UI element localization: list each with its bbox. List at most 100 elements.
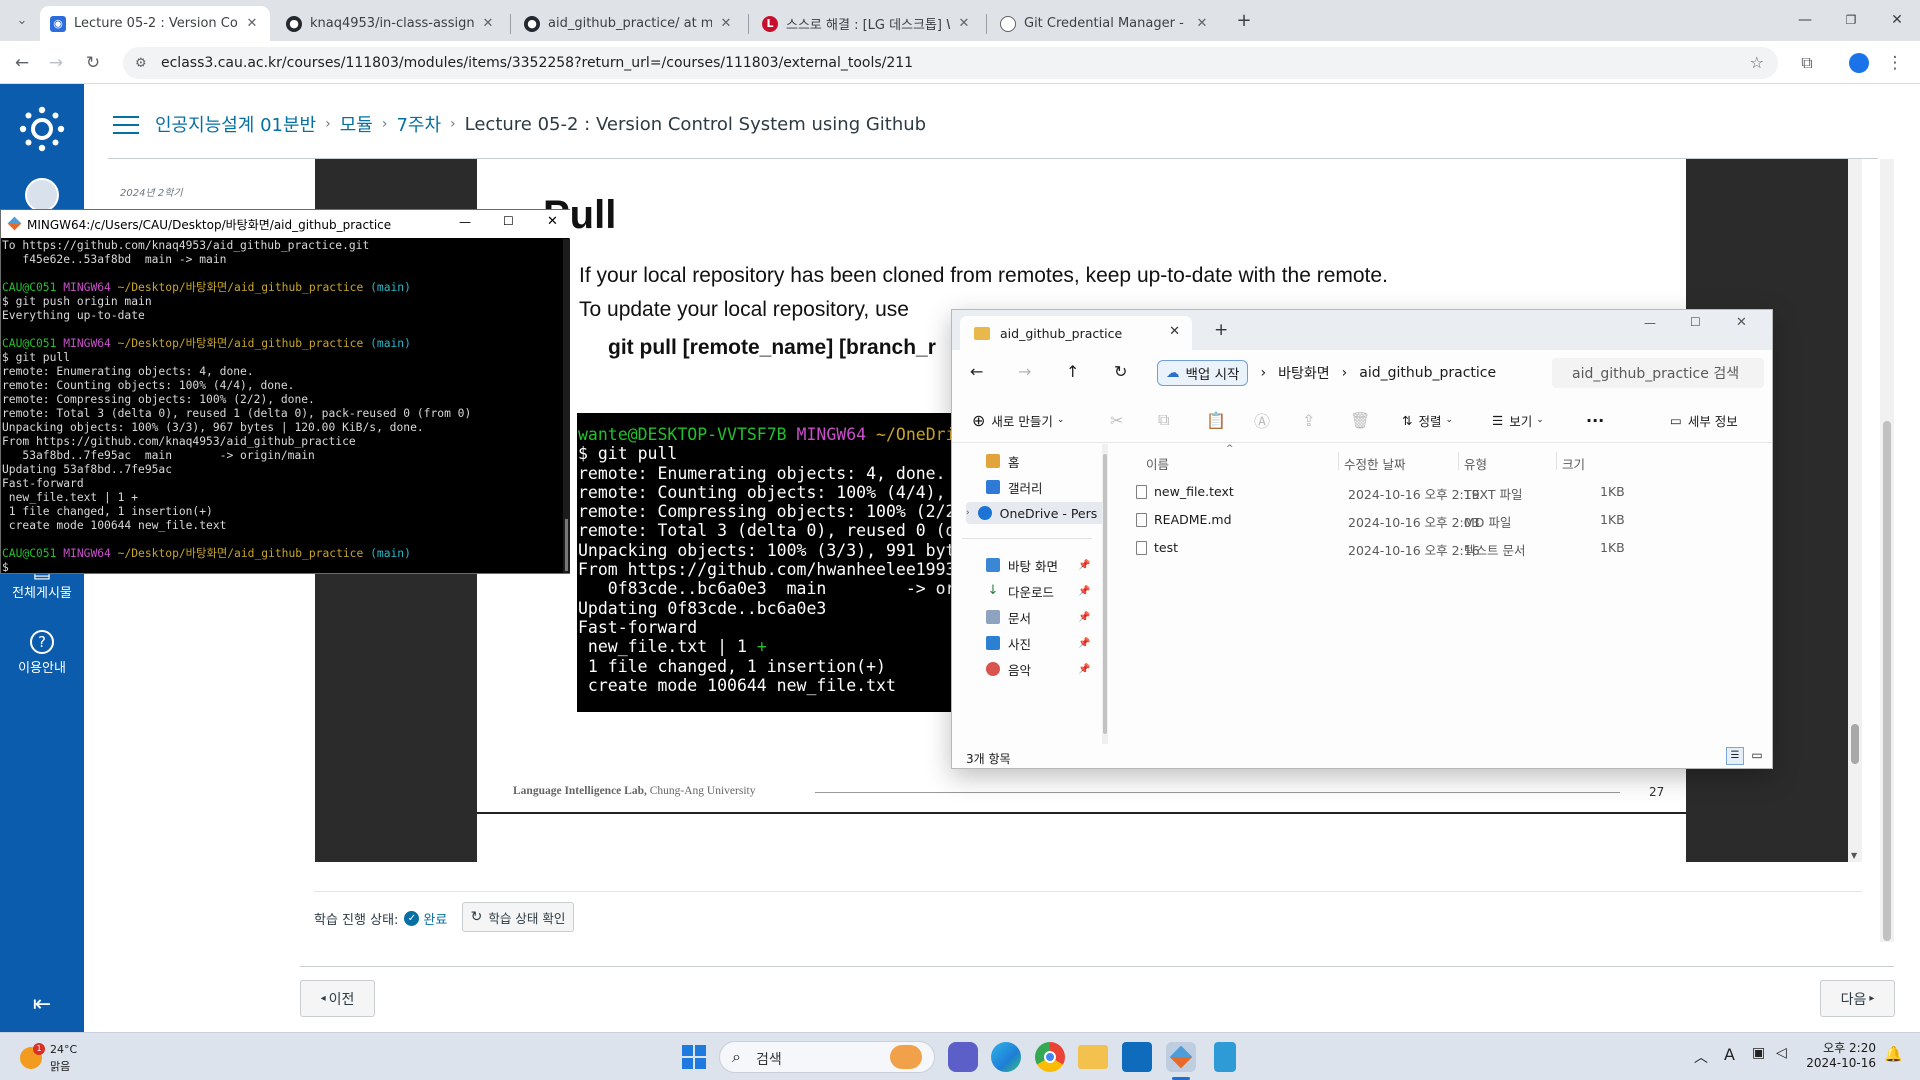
new-tab-button[interactable]: + <box>1230 9 1258 31</box>
details-view-icon[interactable]: ☰ <box>1726 747 1744 765</box>
teams-icon[interactable] <box>948 1042 978 1072</box>
new-tab-button[interactable]: + <box>1214 320 1228 340</box>
edge-icon[interactable] <box>991 1042 1021 1072</box>
column-name[interactable]: 이름 <box>1146 454 1169 473</box>
copy-icon[interactable]: ⧉ <box>1158 409 1169 431</box>
file-explorer-window[interactable]: aid_github_practice ✕ + — ☐ ✕ ← → ↑ ↻ ☁ 백… <box>951 309 1773 769</box>
minimize-button[interactable]: — <box>459 215 471 229</box>
file-row[interactable]: new_file.text 2024-10-16 오후 2:19 TEXT 파일… <box>1112 480 1772 504</box>
explorer-tab[interactable]: aid_github_practice ✕ <box>960 316 1192 350</box>
nav-downloads[interactable]: ↓ 다운로드 <box>986 580 1054 602</box>
nav-desktop[interactable]: 바탕 화면 <box>986 554 1058 576</box>
profile-icon[interactable] <box>1845 49 1873 77</box>
page-scrollbar[interactable] <box>1880 159 1894 942</box>
breadcrumb-course[interactable]: 인공지능설계 01분반 <box>155 111 316 137</box>
back-icon[interactable]: ← <box>970 362 983 381</box>
cut-icon[interactable]: ✂ <box>1110 409 1123 431</box>
path-segment-folder[interactable]: aid_github_practice <box>1359 365 1496 381</box>
restore-button[interactable]: ❐ <box>1828 6 1874 34</box>
nav-gallery[interactable]: 갤러리 <box>986 476 1043 498</box>
column-size[interactable]: 크기 <box>1562 454 1585 473</box>
network-icon[interactable]: ▣ <box>1752 1045 1765 1061</box>
notepad-icon[interactable] <box>1214 1042 1236 1072</box>
extensions-icon[interactable]: ⧉ <box>1793 49 1821 77</box>
column-modified[interactable]: 수정한 날짜 <box>1344 454 1405 473</box>
close-button[interactable]: ✕ <box>547 214 558 229</box>
tray-overflow-icon[interactable]: ︿ <box>1694 1047 1708 1067</box>
nav-music[interactable]: 음악 <box>986 658 1031 680</box>
outlook-icon[interactable] <box>1122 1042 1152 1072</box>
next-button[interactable]: 다음 ▸ <box>1820 980 1895 1017</box>
tab-git-credential-manager[interactable]: Git Credential Manager - Auth ✕ <box>990 6 1220 41</box>
git-bash-taskbar-icon[interactable] <box>1166 1042 1196 1072</box>
backup-start-button[interactable]: ☁ 백업 시작 <box>1157 360 1249 386</box>
close-window-button[interactable]: ✕ <box>1874 6 1920 34</box>
delete-icon[interactable]: 🗑 <box>1350 409 1370 431</box>
nav-home[interactable]: 홈 <box>986 450 1020 472</box>
nav-pictures[interactable]: 사진 <box>986 632 1031 654</box>
tab-in-class-assignment[interactable]: ● knaq4953/in-class-assignment ✕ <box>276 6 506 41</box>
close-tab-icon[interactable]: ✕ <box>718 16 734 31</box>
file-row[interactable]: test 2024-10-16 오후 2:16 텍스트 문서 1KB <box>1112 536 1772 560</box>
breadcrumb-week[interactable]: 7주차 <box>396 111 441 137</box>
maximize-button[interactable]: ☐ <box>1690 315 1701 329</box>
share-icon[interactable]: ⇪ <box>1302 409 1315 431</box>
tab-search-button[interactable]: ⌄ <box>8 9 36 31</box>
thumbnail-view-icon[interactable]: ▭ <box>1748 747 1766 765</box>
tab-aid-github-practice[interactable]: ● aid_github_practice/ at main · ✕ <box>514 6 744 41</box>
canvas-logo-icon[interactable] <box>0 106 84 156</box>
previous-button[interactable]: ◂ 이전 <box>300 980 375 1017</box>
close-tab-icon[interactable]: ✕ <box>1169 324 1180 339</box>
minimize-button[interactable]: — <box>1644 316 1656 330</box>
close-tab-icon[interactable]: ✕ <box>480 16 496 31</box>
terminal-scrollbar[interactable] <box>563 239 570 573</box>
notification-bell-icon[interactable]: 🔔 <box>1884 1045 1903 1063</box>
reload-button[interactable]: ↻ <box>79 49 107 77</box>
chrome-icon[interactable] <box>1035 1042 1065 1072</box>
file-explorer-icon[interactable] <box>1078 1045 1108 1069</box>
close-tab-icon[interactable]: ✕ <box>1194 16 1210 31</box>
terminal-output[interactable]: To https://github.com/knaq4953/aid_githu… <box>2 239 567 572</box>
path-segment-desktop[interactable]: 바탕화면 <box>1278 363 1330 383</box>
nav-onedrive[interactable]: › OneDrive - Pers <box>966 502 1106 524</box>
details-pane-button[interactable]: ▭ 세부 정보 <box>1670 409 1738 431</box>
taskbar-search-box[interactable]: ⌕ 검색 <box>719 1041 935 1073</box>
new-menu-button[interactable]: ⊕ 새로 만들기 ⌄ <box>972 409 1064 431</box>
terminal-titlebar[interactable]: MINGW64:/c/Users/CAU/Desktop/바탕화면/aid_gi… <box>1 210 571 238</box>
site-info-icon[interactable]: ⚙ <box>135 56 151 71</box>
start-button[interactable] <box>679 1042 709 1072</box>
forward-button[interactable]: → <box>42 49 70 77</box>
sort-button[interactable]: ⇅ 정렬 ⌄ <box>1402 409 1453 431</box>
explorer-address-bar[interactable]: ☁ 백업 시작 › 바탕화면 › aid_github_practice <box>1157 358 1547 388</box>
close-button[interactable]: ✕ <box>1736 315 1747 330</box>
slide-scrollbar[interactable]: ▼ <box>1848 159 1862 862</box>
column-type[interactable]: 유형 <box>1464 454 1487 473</box>
menu-kebab-icon[interactable]: ⋮ <box>1881 49 1909 77</box>
back-button[interactable]: ← <box>8 49 36 77</box>
minimize-button[interactable]: — <box>1782 6 1828 34</box>
clock[interactable]: 오후 2:20 2024-10-16 <box>1804 1039 1876 1070</box>
weather-widget[interactable]: 1 24°C 맑음 <box>18 1043 98 1073</box>
volume-icon[interactable]: ◁ <box>1776 1045 1787 1061</box>
tab-lecture[interactable]: ◉ Lecture 05-2 : Version Control ✕ <box>40 6 270 41</box>
url-bar[interactable]: ⚙ eclass3.cau.ac.kr/courses/111803/modul… <box>123 47 1778 79</box>
tab-lg-support[interactable]: L 스스로 해결 : [LG 데스크톱] W ✕ <box>752 6 982 41</box>
close-tab-icon[interactable]: ✕ <box>956 16 972 31</box>
check-progress-button[interactable]: ↻ 학습 상태 확인 <box>462 902 574 932</box>
ime-indicator[interactable]: A <box>1724 1045 1735 1064</box>
maximize-button[interactable]: ☐ <box>503 214 514 228</box>
paste-icon[interactable]: 📋 <box>1206 409 1226 431</box>
more-options-icon[interactable]: ··· <box>1586 409 1604 431</box>
rename-icon[interactable]: Ⓐ <box>1254 409 1270 431</box>
view-button[interactable]: ☰ 보기 ⌄ <box>1492 409 1544 431</box>
close-tab-icon[interactable]: ✕ <box>244 16 260 31</box>
refresh-icon[interactable]: ↻ <box>1114 362 1127 381</box>
nav-pane-scrollbar[interactable] <box>1102 444 1108 744</box>
file-row[interactable]: README.md 2024-10-16 오후 2:03 MD 파일 1KB <box>1112 508 1772 532</box>
forward-icon[interactable]: → <box>1018 362 1031 381</box>
mingw-terminal-window[interactable]: MINGW64:/c/Users/CAU/Desktop/바탕화면/aid_gi… <box>0 209 571 574</box>
nav-documents[interactable]: 문서 <box>986 606 1031 628</box>
collapse-nav-icon[interactable]: ⇤ <box>0 992 84 1017</box>
bookmark-star-icon[interactable]: ☆ <box>1750 53 1764 72</box>
help-nav-item[interactable]: ? 이용안내 <box>0 630 84 676</box>
